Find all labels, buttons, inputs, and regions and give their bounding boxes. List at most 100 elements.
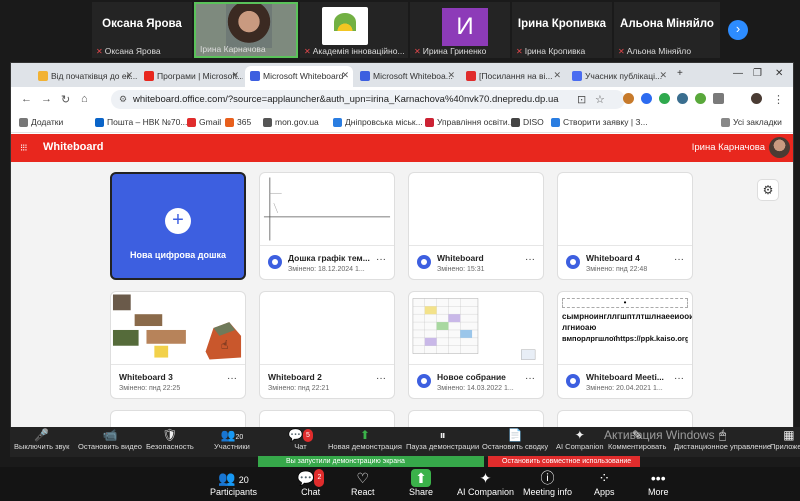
participant-tile-active-speaker[interactable]: Ірина Карначова: [194, 2, 298, 58]
ai-companion-button[interactable]: ✦ AI Companion: [556, 428, 604, 452]
participants-button[interactable]: 👥20 Участники: [214, 429, 250, 452]
share-up-icon: ⬆: [359, 428, 370, 442]
all-bookmarks-folder[interactable]: Усі закладки: [721, 117, 782, 127]
tab-favicon-icon: [38, 71, 48, 81]
microphone-icon: 🎤: [34, 428, 50, 442]
bookmark-item[interactable]: Створити заявку | З...: [551, 117, 648, 127]
apps-button[interactable]: ▦Приложе...: [770, 429, 800, 452]
bookmark-item[interactable]: 365: [225, 117, 251, 127]
meeting-info-button[interactable]: ⓘ Meeting info: [523, 469, 572, 497]
participant-name: Ірина Кропивка: [517, 18, 607, 30]
apps-icon: ⁘: [598, 470, 611, 486]
bookmark-item[interactable]: mon.gov.ua: [263, 117, 319, 127]
participant-tile[interactable]: Ірина Кропивка ✕ Ірина Кропивка: [512, 2, 612, 58]
blank-thumbnail: [558, 173, 692, 245]
close-tab-icon[interactable]: ✕: [341, 70, 349, 81]
bookmark-item[interactable]: Дніпровська міськ...: [333, 117, 423, 127]
back-icon[interactable]: ←: [21, 93, 32, 105]
more-button[interactable]: ••• More: [648, 469, 669, 497]
mic-muted-icon: ✕: [304, 47, 311, 56]
close-tab-icon[interactable]: ✕: [553, 70, 561, 81]
chat-button[interactable]: 💬 5 Чат: [288, 429, 313, 451]
close-tab-icon[interactable]: ✕: [231, 70, 239, 81]
board-modified: Змінено: 15:31: [437, 266, 485, 273]
board-card[interactable]: Whiteboard 2 Змінено: пнд 22:21 ···: [259, 291, 395, 399]
close-tab-icon[interactable]: ✕: [659, 70, 667, 81]
bookmark-item[interactable]: Управління освіти...: [425, 117, 515, 127]
extension-icon[interactable]: [623, 93, 634, 104]
chat-button[interactable]: 💬 2 Chat: [297, 469, 325, 497]
url-input[interactable]: ⚙ whiteboard.office.com/?source=applaunc…: [111, 90, 625, 109]
new-tab-button[interactable]: +: [677, 68, 683, 79]
share-button[interactable]: ⬆ Share: [409, 469, 433, 497]
browser-tab[interactable]: [Посилання на ві... ✕: [461, 66, 565, 87]
install-app-icon[interactable]: ⊡: [577, 93, 586, 106]
browser-tab-active[interactable]: Microsoft Whiteboard ✕: [245, 66, 353, 87]
tab-strip: Від початківця до ек... ✕ Програми | Micr…: [11, 63, 793, 87]
next-participants-button[interactable]: ›: [728, 20, 748, 40]
browser-tab[interactable]: Microsoft Whiteboa... ✕: [355, 66, 459, 87]
extension-icon[interactable]: [641, 93, 652, 104]
board-card[interactable]: Whiteboard Змінено: 15:31 ···: [408, 172, 544, 280]
profile-avatar[interactable]: [751, 93, 762, 104]
participant-tile[interactable]: Альона Міняйло ✕ Альона Міняйло: [614, 2, 720, 58]
forward-icon[interactable]: →: [41, 93, 52, 105]
security-button[interactable]: 🛡 Безопасность: [146, 429, 194, 452]
minimize-icon[interactable]: —: [733, 68, 743, 79]
react-button[interactable]: ♡ React: [351, 469, 375, 497]
more-options-icon[interactable]: ···: [674, 254, 684, 265]
more-options-icon[interactable]: ···: [227, 373, 237, 384]
board-card[interactable]: Новое собрание Змінено: 14.03.2022 1... …: [408, 291, 544, 399]
bookmark-item[interactable]: DISO: [511, 117, 544, 127]
more-options-icon[interactable]: ···: [674, 373, 684, 384]
app-launcher-icon[interactable]: ⁝⁝⁝: [20, 143, 27, 154]
more-options-icon[interactable]: ···: [376, 373, 386, 384]
gmail-icon: [187, 118, 196, 127]
extension-icon[interactable]: [695, 93, 706, 104]
new-board-button[interactable]: + Нова цифрова дошка: [110, 172, 246, 280]
extension-icon[interactable]: [677, 93, 688, 104]
user-name: Ірина Карначова: [691, 142, 765, 153]
participants-icon: 👥20: [218, 470, 249, 486]
close-tab-icon[interactable]: ✕: [125, 70, 133, 81]
mute-button[interactable]: 🎤 Выключить звук: [14, 428, 69, 452]
browser-tab[interactable]: Від початківця до ек... ✕: [33, 66, 137, 87]
stop-sharing-button[interactable]: Остановить совместное использование: [488, 456, 640, 467]
browser-tab[interactable]: Учасник публікаці... ✕: [567, 66, 671, 87]
more-options-icon[interactable]: ···: [376, 254, 386, 265]
extension-icon[interactable]: [659, 93, 670, 104]
more-options-icon[interactable]: ···: [525, 373, 535, 384]
participant-tile[interactable]: И ✕ Ирина Гриненко: [410, 2, 510, 58]
participant-tile[interactable]: Оксана Ярова ✕ Оксана Ярова: [92, 2, 192, 58]
settings-gear-icon[interactable]: ⚙: [757, 179, 779, 201]
board-card[interactable]: • сымрноингллгшптлтшлнаееиоои лгниоаю вм…: [557, 291, 693, 399]
browser-menu-icon[interactable]: ⋮: [773, 93, 784, 106]
bookmark-item[interactable]: Gmail: [187, 117, 221, 127]
browser-tab[interactable]: Програми | Microsoft... ✕: [139, 66, 243, 87]
close-tab-icon[interactable]: ✕: [447, 70, 455, 81]
user-avatar[interactable]: [769, 137, 790, 158]
sparkle-icon: ✦: [574, 428, 585, 442]
more-options-icon[interactable]: ···: [525, 254, 535, 265]
text-line: лгниоаю: [562, 323, 597, 332]
home-icon[interactable]: ⌂: [81, 93, 88, 105]
bookmark-star-icon[interactable]: ☆: [595, 93, 605, 106]
bookmark-item[interactable]: Додатки: [19, 117, 63, 127]
close-window-icon[interactable]: ✕: [775, 68, 783, 79]
stop-video-button[interactable]: 📹 Остановить видео: [78, 429, 142, 452]
stop-summary-button[interactable]: 📄 Остановить сводку: [482, 429, 548, 452]
bookmark-item[interactable]: Пошта – НВК №70...: [95, 117, 187, 127]
ai-companion-button[interactable]: ✦ AI Companion: [457, 469, 514, 497]
chat-icon: 💬 2: [297, 469, 325, 487]
board-card[interactable]: Whiteboard 4 Змінено: пнд 22:48 ···: [557, 172, 693, 280]
participant-tile[interactable]: ✕ Академія інноваційно...: [300, 2, 408, 58]
new-share-button[interactable]: ⬆ Новая демонстрация: [328, 428, 402, 452]
pause-share-button[interactable]: ⏸ Пауза демонстрации: [406, 429, 479, 452]
reload-icon[interactable]: ↻: [61, 93, 70, 106]
site-info-icon[interactable]: ⚙: [119, 94, 127, 105]
board-card[interactable]: Дошка графік тем... Змінено: 18.12.2024 …: [259, 172, 395, 280]
maximize-icon[interactable]: ❐: [753, 68, 762, 79]
participants-button[interactable]: 👥 20 Participants: [210, 469, 257, 497]
apps-button[interactable]: ⁘ Apps: [594, 469, 615, 497]
extensions-puzzle-icon[interactable]: [713, 93, 724, 104]
